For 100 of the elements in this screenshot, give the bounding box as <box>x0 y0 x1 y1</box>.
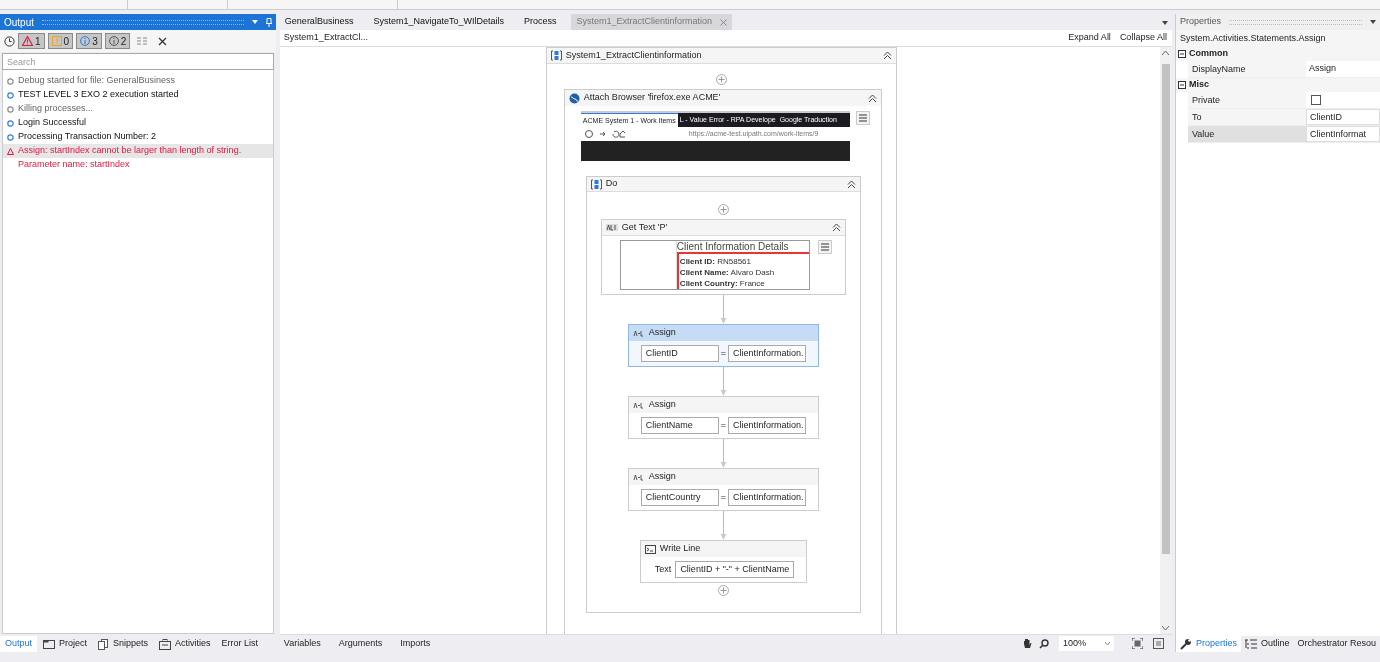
to-field[interactable]: ClientCountry <box>640 489 719 506</box>
property-row[interactable]: Private <box>1187 92 1380 109</box>
pages-icon <box>98 638 110 650</box>
scroll-down-icon[interactable] <box>1162 625 1170 631</box>
overview-icon[interactable] <box>1152 638 1164 649</box>
fit-screen-icon[interactable] <box>1131 638 1143 649</box>
equals-sign: = <box>720 418 726 432</box>
collapse-box-icon[interactable] <box>1177 50 1186 58</box>
value-field[interactable]: ClientInformation. <box>728 489 806 506</box>
property-row[interactable]: Value ClientInformat <box>1187 126 1380 143</box>
hand-icon[interactable] <box>1021 638 1033 649</box>
collapse-box-icon[interactable] <box>1177 81 1186 89</box>
property-label: Value <box>1187 126 1306 142</box>
designer-tab[interactable]: Imports <box>400 636 431 651</box>
panel-tab[interactable]: Orchestrator Resou <box>1293 636 1380 652</box>
search-field[interactable]: Search <box>2 53 274 70</box>
filter-button[interactable]: 1 <box>18 33 45 49</box>
property-field[interactable]: ClientInformat <box>1305 126 1380 142</box>
log-entry[interactable]: Processing Transaction Number: 2 <box>3 130 273 144</box>
value-field[interactable]: ClientInformation. <box>728 345 806 362</box>
toolbar-link[interactable]: Expand All <box>1068 31 1111 45</box>
connector-arrow <box>719 439 727 468</box>
clock-icon[interactable] <box>4 35 15 47</box>
checkbox[interactable] <box>1310 95 1321 105</box>
panel-tab[interactable]: Error List <box>216 636 264 652</box>
activity-title: Attach Browser 'firefox.exe ACME' <box>583 91 722 105</box>
activity-title: Assign <box>648 326 676 340</box>
sequence-icon <box>590 178 602 190</box>
designer-tab[interactable]: Variables <box>283 636 321 651</box>
console-icon <box>644 544 656 554</box>
add-activity-icon[interactable] <box>715 74 727 85</box>
scroll-thumb[interactable] <box>1161 64 1170 554</box>
screenshot-text: Client ID: RN58561 <box>679 256 752 267</box>
pin-icon[interactable] <box>265 17 272 27</box>
assign-icon <box>632 473 645 481</box>
collapse-icon[interactable] <box>846 179 856 189</box>
warning-triangle-icon <box>22 36 33 46</box>
filter-button[interactable]: 3 <box>76 33 102 49</box>
assign-icon <box>632 329 645 337</box>
zoom-icon[interactable] <box>1038 638 1049 649</box>
to-field[interactable]: ClientName <box>640 417 719 434</box>
text-label: Text <box>654 562 672 576</box>
collapse-icon[interactable] <box>882 51 892 60</box>
assign-activity[interactable]: Assign ClientID = ClientInformation. <box>627 324 819 367</box>
browser-nav-icon <box>584 130 625 138</box>
document-tab[interactable]: GeneralBusiness <box>279 14 359 30</box>
info-dot-icon <box>7 91 14 99</box>
sequence-title: System1_ExtractClientinformation <box>565 48 703 62</box>
info-dot-icon <box>7 119 14 127</box>
panel-title: Output <box>4 15 35 30</box>
to-field[interactable]: ClientID <box>640 345 719 362</box>
breadcrumb[interactable]: System1_ExtractCl... <box>283 31 1061 45</box>
log-entry[interactable]: TEST LEVEL 3 EXO 2 execution started <box>3 88 273 102</box>
log-entry[interactable]: Killing processes... <box>3 102 273 116</box>
document-tab[interactable]: System1_NavigateTo_WIlDetails <box>368 14 509 30</box>
toolbox-icon <box>159 638 172 650</box>
filter-button[interactable]: 2 <box>104 33 131 49</box>
activity-title: Assign <box>648 398 676 412</box>
dropdown-icon[interactable] <box>1161 21 1168 25</box>
log-entry[interactable]: Assign: startIndex cannot be larger than length of string. <box>3 144 273 158</box>
text-field[interactable]: ClientID + "-" + ClientName <box>675 561 795 578</box>
toolbar-link[interactable]: Collapse All <box>1119 31 1167 45</box>
clear-icon[interactable] <box>158 36 168 46</box>
zoom-dropdown[interactable]: 100% <box>1058 636 1114 651</box>
panel-tab[interactable]: Project <box>38 636 93 652</box>
screenshot-text: Client Country: France <box>679 278 766 289</box>
screenshot-heading: Client Information Details <box>676 241 790 252</box>
collapse-icon[interactable] <box>831 223 841 232</box>
designer-tab[interactable]: Arguments <box>338 636 383 651</box>
warning-triangle-icon <box>7 147 14 155</box>
value-field[interactable]: ClientInformation. <box>728 417 806 434</box>
panel-tab[interactable]: Output <box>0 636 38 652</box>
menu-icon[interactable] <box>855 111 870 125</box>
dropdown-icon[interactable] <box>251 20 258 24</box>
document-tab[interactable]: Process <box>518 14 562 30</box>
assign-activity[interactable]: Assign ClientName = ClientInformation. <box>627 396 819 439</box>
panel-tab[interactable]: Properties <box>1175 636 1241 652</box>
wrench-icon <box>1179 638 1192 650</box>
add-activity-icon[interactable] <box>717 204 729 215</box>
add-activity-icon[interactable] <box>717 585 729 596</box>
collapse-icon[interactable] <box>867 93 877 103</box>
log-entry[interactable]: Parameter name: startIndex <box>3 158 273 172</box>
panel-tab[interactable]: Outline <box>1240 636 1294 652</box>
property-field[interactable]: ClientID <box>1305 109 1380 125</box>
exclamation-icon <box>51 36 62 46</box>
panel-tab[interactable]: Snippets <box>93 636 154 652</box>
menu-icon[interactable] <box>817 240 832 254</box>
log-entry[interactable]: Debug started for file: GeneralBusiness <box>3 74 273 88</box>
scroll-up-icon[interactable] <box>1162 50 1170 56</box>
property-row[interactable]: DisplayName Assign <box>1187 61 1380 78</box>
dropdown-icon[interactable] <box>1370 20 1376 24</box>
text-activity-icon <box>605 224 618 231</box>
property-label: Private <box>1187 92 1306 108</box>
equals-sign: = <box>720 346 726 360</box>
panel-tab[interactable]: Activities <box>154 636 216 652</box>
log-entry[interactable]: Login Successful <box>3 116 273 130</box>
sequence-title: Do <box>605 177 619 191</box>
assign-activity[interactable]: Assign ClientCountry = ClientInformation. <box>627 468 819 511</box>
filter-button[interactable]: 0 <box>47 33 74 49</box>
property-row[interactable]: To ClientID <box>1187 109 1380 126</box>
